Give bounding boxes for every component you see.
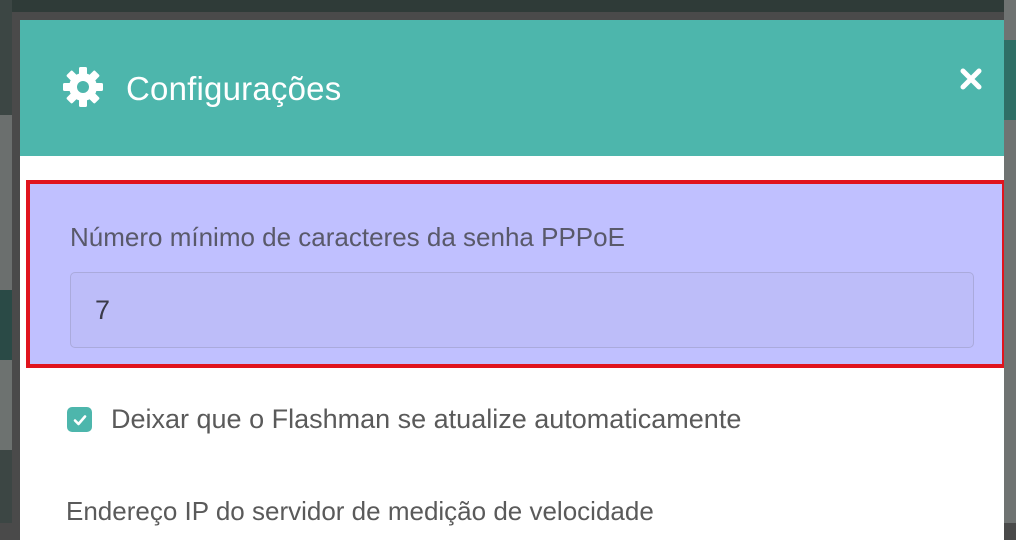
pppoe-min-length-group: Número mínimo de caracteres da senha PPP… (26, 180, 1004, 368)
speedtest-server-label: Endereço IP do servidor de medição de ve… (66, 496, 654, 526)
backdrop-top (0, 0, 1016, 12)
auto-update-label: Deixar que o Flashman se atualize automa… (111, 404, 742, 434)
pppoe-min-length-label: Número mínimo de caracteres da senha PPP… (70, 222, 625, 252)
auto-update-checkbox[interactable] (67, 407, 92, 432)
modal-header: Configurações (20, 20, 1004, 156)
check-icon (73, 414, 86, 425)
modal-title: Configurações (126, 70, 342, 107)
settings-modal: Configurações Número mínimo de caractere… (20, 20, 1004, 540)
pppoe-min-length-input[interactable]: 7 (70, 272, 974, 348)
close-icon[interactable] (958, 66, 984, 92)
backdrop-right (1004, 0, 1016, 523)
gear-icon (63, 67, 103, 107)
modal-body: Número mínimo de caracteres da senha PPP… (20, 156, 1004, 540)
auto-update-row[interactable]: Deixar que o Flashman se atualize automa… (67, 404, 741, 435)
backdrop-left (0, 0, 12, 523)
